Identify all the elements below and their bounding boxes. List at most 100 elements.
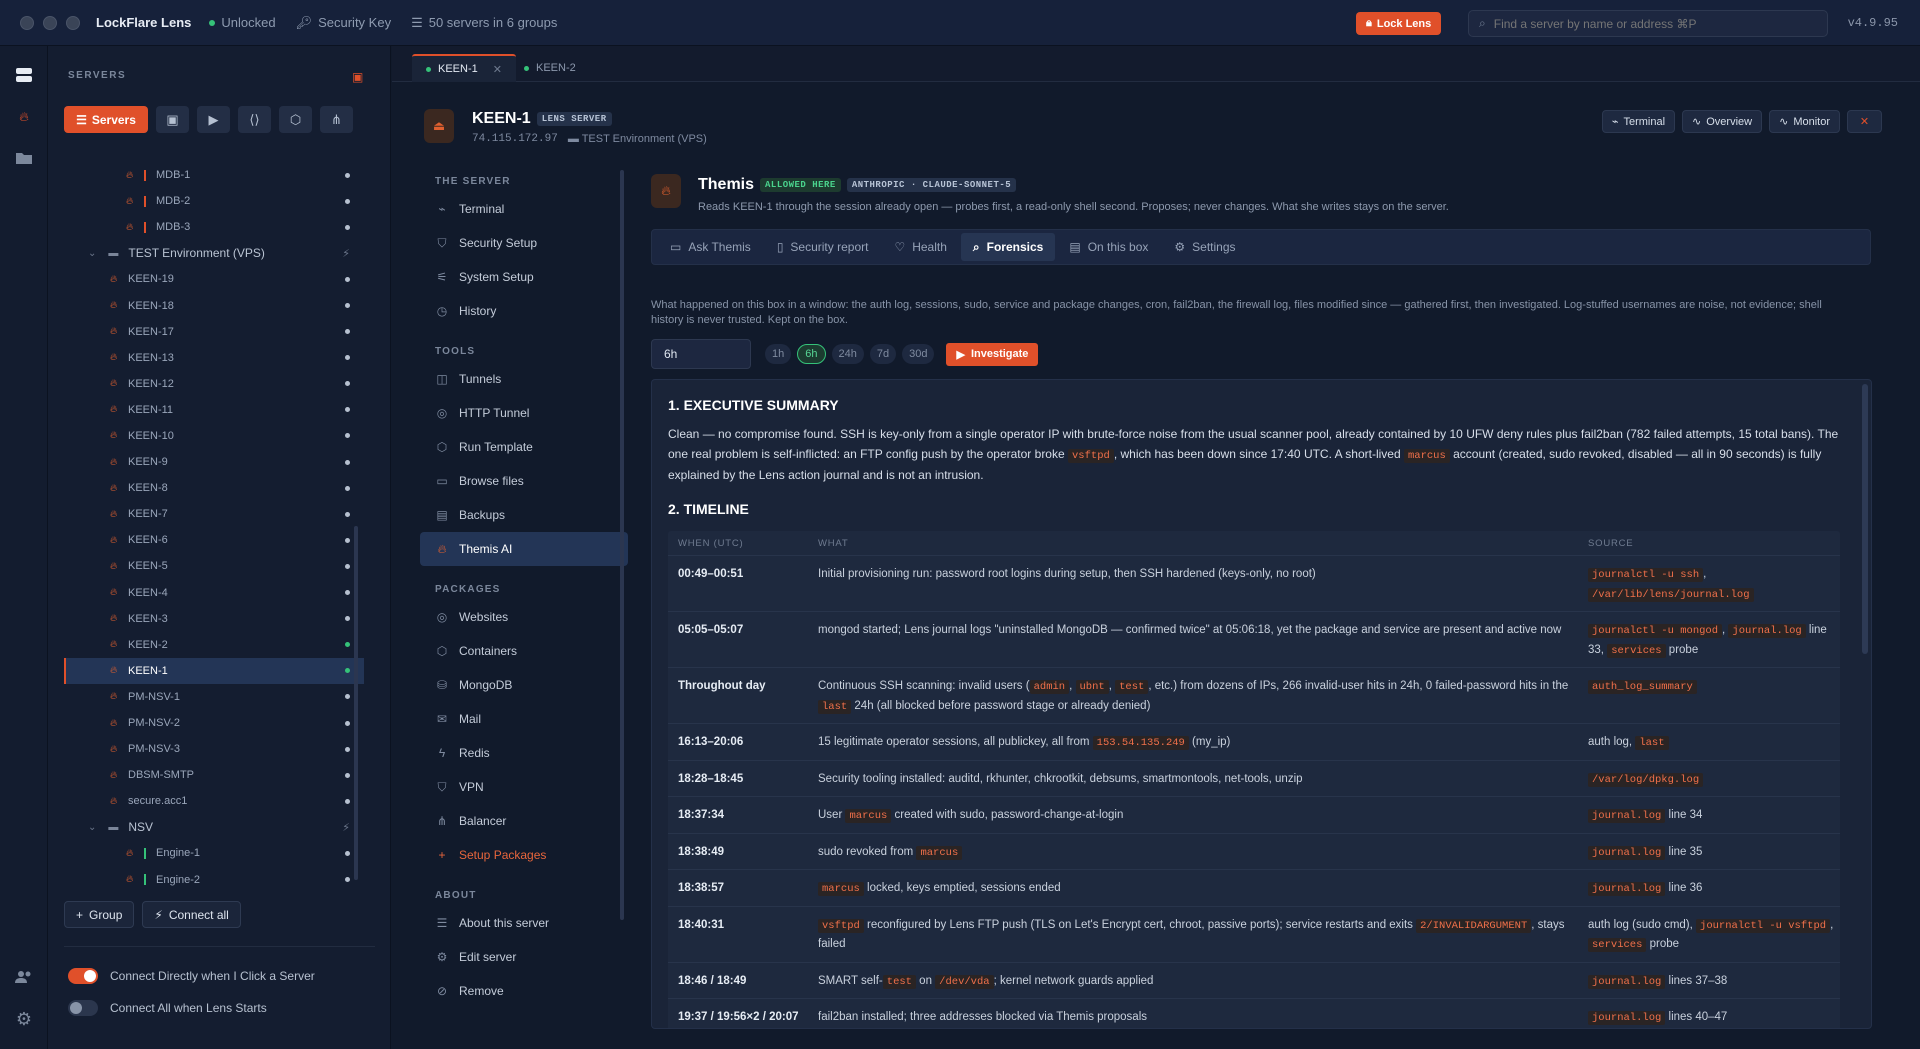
tree-item-keen-7[interactable]: 🔥︎ KEEN-7 xyxy=(64,501,364,527)
tree-group-test[interactable]: ⌄ ▬ TEST Environment (VPS) ⚡︎ xyxy=(64,240,364,266)
chip-24h[interactable]: 24h xyxy=(831,344,864,364)
tree-item-keen-1[interactable]: 🔥︎ KEEN-1 xyxy=(64,657,364,684)
tree-item-pm-nsv-2[interactable]: 🔥︎ PM-NSV-2 xyxy=(64,710,364,736)
nav-security-setup[interactable]: ⛉ Security Setup xyxy=(420,226,628,260)
nav-themis-ai[interactable]: 🔥︎ Themis AI xyxy=(420,532,628,566)
tab-ask-themis[interactable]: ▭ Ask Themis xyxy=(658,233,763,261)
tree-item-pm-nsv-3[interactable]: 🔥︎ PM-NSV-3 xyxy=(64,736,364,762)
tree-item-mdb-2[interactable]: 🔥︎ MDB-2 xyxy=(64,188,364,214)
nav-vpn[interactable]: ⛉ VPN xyxy=(420,770,628,804)
nav-http-tunnel[interactable]: ◎ HTTP Tunnel xyxy=(420,396,628,430)
close-tab-icon[interactable]: ✕ xyxy=(493,63,502,76)
nav-tunnels[interactable]: ◫ Tunnels xyxy=(420,362,628,396)
chip-1h[interactable]: 1h xyxy=(765,344,792,364)
add-group-button[interactable]: + Group xyxy=(64,901,135,928)
security-key[interactable]: 🔑︎ Security Key xyxy=(296,15,392,31)
nav-websites[interactable]: ◎ Websites xyxy=(420,600,628,634)
nav-backups[interactable]: ▤ Backups xyxy=(420,498,628,532)
chip-30d[interactable]: 30d xyxy=(902,344,935,364)
tab-forensics[interactable]: ⌕ Forensics xyxy=(960,233,1056,261)
connect-all-button[interactable]: ⚡︎ Connect all xyxy=(142,901,241,928)
chip-6h[interactable]: 6h xyxy=(797,344,826,364)
box-tool-icon[interactable]: ⬡ xyxy=(279,106,312,133)
nav-run-template[interactable]: ⬡ Run Template xyxy=(420,430,628,464)
tree-item-engine-1[interactable]: 🔥︎ Engine-1 xyxy=(64,840,364,866)
toggle-connect-directly[interactable]: Connect Directly when I Click a Server xyxy=(68,968,315,984)
nav-mail[interactable]: ✉ Mail xyxy=(420,702,628,736)
lock-lens-button[interactable]: 🔒︎ Lock Lens xyxy=(1356,12,1442,35)
maximize-window-button[interactable] xyxy=(66,15,80,30)
folder-rail-icon[interactable] xyxy=(13,147,35,169)
tree-item-keen-12[interactable]: 🔥︎ KEEN-12 xyxy=(64,371,364,397)
tree-item-mdb-3[interactable]: 🔥︎ MDB-3 xyxy=(64,214,364,240)
tab-keen-1[interactable]: KEEN-1 ✕ xyxy=(412,54,516,82)
nav-remove[interactable]: ⊘ Remove xyxy=(420,974,628,1008)
tree-item-keen-17[interactable]: 🔥︎ KEEN-17 xyxy=(64,319,364,345)
investigate-button[interactable]: ▶ Investigate xyxy=(946,342,1039,366)
tree-item-keen-4[interactable]: 🔥︎ KEEN-4 xyxy=(64,580,364,606)
tree-item-keen-8[interactable]: 🔥︎ KEEN-8 xyxy=(64,475,364,501)
toggle-switch[interactable] xyxy=(68,968,98,984)
tree-item-pm-nsv-1[interactable]: 🔥︎ PM-NSV-1 xyxy=(64,684,364,710)
tree-item-keen-11[interactable]: 🔥︎ KEEN-11 xyxy=(64,397,364,423)
nav-terminal[interactable]: ⌁ Terminal xyxy=(420,192,628,226)
toggle-switch[interactable] xyxy=(68,1000,98,1016)
tab-settings[interactable]: ⚙ Settings xyxy=(1162,233,1247,261)
nav-system-setup[interactable]: ⚟ System Setup xyxy=(420,260,628,294)
tab-health[interactable]: ♡ Health xyxy=(882,233,958,261)
servers-rail-icon[interactable] xyxy=(13,64,35,86)
forensics-report[interactable]: 1. EXECUTIVE SUMMARY Clean — no compromi… xyxy=(651,379,1872,1029)
tree-item-dbsm-smtp[interactable]: 🔥︎ DBSM-SMTP xyxy=(64,762,364,788)
tree-item-mdb-1[interactable]: 🔥︎ MDB-1 xyxy=(64,162,364,188)
users-rail-icon[interactable] xyxy=(13,966,35,988)
tree-item-keen-9[interactable]: 🔥︎ KEEN-9 xyxy=(64,449,364,475)
tree-item-secure-acc1[interactable]: 🔥︎ secure.acc1 xyxy=(64,788,364,814)
search-input[interactable] xyxy=(1493,16,1814,31)
chip-7d[interactable]: 7d xyxy=(869,344,897,364)
minimize-window-button[interactable] xyxy=(43,15,57,30)
overview-button[interactable]: ∿ Overview xyxy=(1682,110,1763,133)
bolt-icon[interactable]: ⚡︎ xyxy=(342,821,350,834)
monitor-button[interactable]: ∿ Monitor xyxy=(1769,110,1840,133)
tree-scrollbar[interactable] xyxy=(354,526,358,880)
tab-keen-2[interactable]: KEEN-2 xyxy=(510,54,590,82)
terminal-tool-icon[interactable]: ▣ xyxy=(156,106,189,133)
toggle-connect-on-start[interactable]: Connect All when Lens Starts xyxy=(68,1000,267,1016)
play-tool-icon[interactable]: ▶ xyxy=(197,106,230,133)
window-input[interactable] xyxy=(651,339,751,369)
terminal-button[interactable]: ⌁ Terminal xyxy=(1601,110,1676,133)
tree-item-keen-5[interactable]: 🔥︎ KEEN-5 xyxy=(64,553,364,579)
tree-item-keen-13[interactable]: 🔥︎ KEEN-13 xyxy=(64,345,364,371)
tree-item-keen-6[interactable]: 🔥︎ KEEN-6 xyxy=(64,527,364,553)
nav-about-server[interactable]: ☰ About this server xyxy=(420,906,628,940)
server-search[interactable]: ⌕ xyxy=(1468,10,1828,37)
tree-item-keen-10[interactable]: 🔥︎ KEEN-10 xyxy=(64,423,364,449)
nav-history[interactable]: ◷ History xyxy=(420,294,628,328)
nav-redis[interactable]: ϟ Redis xyxy=(420,736,628,770)
collapse-sidebar-icon[interactable]: ▣ xyxy=(352,70,363,84)
close-window-button[interactable] xyxy=(20,15,34,30)
tree-item-keen-3[interactable]: 🔥︎ KEEN-3 xyxy=(64,606,364,632)
bolt-icon[interactable]: ⚡︎ xyxy=(342,247,350,260)
servers-tab-button[interactable]: ☰ Servers xyxy=(64,106,148,133)
tree-item-keen-19[interactable]: 🔥︎ KEEN-19 xyxy=(64,266,364,292)
tree-group-nsv[interactable]: ⌄ ▬ NSV ⚡︎ xyxy=(64,814,364,840)
tab-security-report[interactable]: ▯ Security report xyxy=(765,233,881,261)
code-tool-icon[interactable]: ⟨⟩ xyxy=(238,106,271,133)
nav-browse-files[interactable]: ▭ Browse files xyxy=(420,464,628,498)
settings-gear-icon[interactable]: ⚙ xyxy=(13,1008,35,1030)
nav-containers[interactable]: ⬡ Containers xyxy=(420,634,628,668)
report-scrollbar[interactable] xyxy=(1862,384,1868,654)
nav-edit-server[interactable]: ⚙ Edit server xyxy=(420,940,628,974)
close-server-button[interactable]: ✕ xyxy=(1847,110,1882,133)
nav-scrollbar[interactable] xyxy=(620,170,624,920)
tree-item-keen-18[interactable]: 🔥︎ KEEN-18 xyxy=(64,292,364,318)
nav-balancer[interactable]: ⋔ Balancer xyxy=(420,804,628,838)
tab-on-this-box[interactable]: ▤ On this box xyxy=(1057,233,1160,261)
flame-rail-icon[interactable]: 🔥︎ xyxy=(13,106,35,128)
network-tool-icon[interactable]: ⋔ xyxy=(320,106,353,133)
window-controls[interactable] xyxy=(20,15,80,30)
nav-setup-packages[interactable]: + Setup Packages xyxy=(420,838,628,872)
tree-item-engine-2[interactable]: 🔥︎ Engine-2 xyxy=(64,867,364,893)
tree-item-keen-2[interactable]: 🔥︎ KEEN-2 xyxy=(64,632,364,658)
